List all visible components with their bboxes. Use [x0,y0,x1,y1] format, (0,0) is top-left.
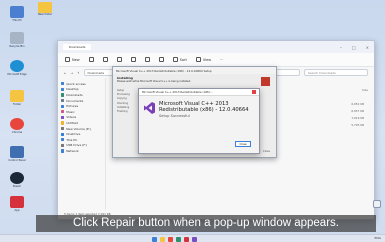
product-name: Microsoft Visual C++ 2013 Redistributabl… [159,101,249,113]
setup-dialog-title: Microsoft Visual C++ 2013 Redistributabl… [142,90,213,94]
cut-icon[interactable] [88,57,94,62]
computer-icon [10,6,24,18]
drive-icon [61,126,65,131]
star-icon [61,82,65,86]
desktop-icon-control-panel[interactable]: Control Panel [4,146,30,162]
desktop-icon-folder[interactable]: Folder [4,90,30,106]
cloud-icon [61,132,65,136]
desktop-icon-app[interactable]: App [4,196,30,212]
rename-icon[interactable] [130,57,136,62]
app-icon[interactable] [184,236,189,242]
visual-studio-logo-icon [144,102,155,114]
folder-icon [38,2,52,13]
explorer-titlebar: Downloads – □ × [58,41,374,53]
view-button[interactable]: View [195,57,211,62]
video-icon [61,115,65,119]
picture-icon [61,104,65,108]
document-icon [61,98,65,103]
taskbar: ENG [0,234,385,242]
desktop-icon-recycle-bin[interactable]: Recycle Bin [4,32,30,48]
video-caption: Click Repair button when a pop-up window… [36,215,376,232]
desktop-folder-1[interactable]: New folder [30,2,60,16]
nav-item-network[interactable]: Network [61,148,102,154]
up-arrow-icon[interactable]: ↑ [77,71,80,75]
view-icon [195,57,201,62]
plus-icon [65,57,70,62]
chrome-icon [10,118,24,130]
computer-icon [61,138,65,142]
app-icon[interactable] [192,236,197,242]
drive-icon [61,143,65,147]
app-icon[interactable] [176,236,181,242]
paste-icon[interactable] [116,57,122,62]
file-size: 6,952 KB [351,102,364,106]
app-icon [10,196,24,208]
folder-icon [10,90,24,102]
desktop-icon [61,87,65,91]
start-icon[interactable] [152,236,157,242]
setup-status: Setup Successful [159,114,190,118]
desktop-icon-this-pc[interactable]: This PC [4,6,30,22]
forward-arrow-icon[interactable]: → [71,71,74,75]
desktop-icon-edge[interactable]: Microsoft Edge [4,60,30,76]
sort-icon [172,57,178,62]
explorer-toolbar: New Sort View ··· [58,53,374,67]
close-button[interactable]: Close [235,141,251,147]
chrome-icon[interactable] [168,236,173,242]
file-size: 5,793 KB [351,123,364,127]
navigation-pane: Quick access Desktop Downloads Documents… [58,78,106,209]
sort-button[interactable]: Sort [172,57,187,62]
settings-gear-icon[interactable] [373,200,381,208]
folder-icon [61,121,65,125]
installer-titlebar: Microsoft Visual C++ 2013 Redistributabl… [113,67,276,74]
share-icon[interactable] [144,57,150,62]
explorer-icon[interactable] [160,236,165,242]
desktop-icon-chrome[interactable]: Chrome [4,118,30,134]
window-controls: – □ × [340,45,369,50]
network-icon [61,149,65,153]
file-size: 7,019 KB [351,116,364,120]
column-header-size[interactable]: Size [362,88,368,92]
more-button[interactable]: ··· [220,58,223,62]
setup-dialog-titlebar: Microsoft Visual C++ 2013 Redistributabl… [139,89,259,96]
steam-icon [10,172,24,184]
new-button[interactable]: New [65,57,80,62]
file-size: 6,957 KB [351,109,364,113]
close-icon[interactable] [252,90,256,94]
maximize-icon[interactable]: □ [352,45,356,50]
control-panel-icon [10,146,24,158]
recycle-bin-icon [10,32,24,44]
download-icon [61,93,65,97]
back-arrow-icon[interactable]: ← [64,71,67,75]
edge-icon [10,60,24,72]
explorer-tab[interactable]: Downloads [63,44,92,50]
taskbar-apps [152,236,197,242]
music-icon [61,110,65,114]
desktop-icon-steam[interactable]: Steam [4,172,30,188]
search-input[interactable]: Search Downloads [304,69,368,76]
installer-close-button[interactable]: Close [263,150,270,153]
installer-subtitle: Please wait while Microsoft Visual C++ i… [117,80,192,83]
copy-icon[interactable] [102,57,108,62]
installer-title: Microsoft Visual C++ 2013 Redistributabl… [116,68,212,73]
system-tray[interactable]: ENG [375,236,381,240]
close-icon[interactable]: × [366,45,369,50]
setup-successful-dialog: Microsoft Visual C++ 2013 Redistributabl… [138,88,260,154]
delete-icon[interactable] [158,57,164,62]
desktop-icons: This PC Recycle Bin Microsoft Edge Folde… [0,0,34,230]
minimize-icon[interactable]: – [340,45,342,50]
visual-studio-icon [261,77,270,86]
installer-steps: Setup Processing Copying Checking Initia… [117,89,130,114]
